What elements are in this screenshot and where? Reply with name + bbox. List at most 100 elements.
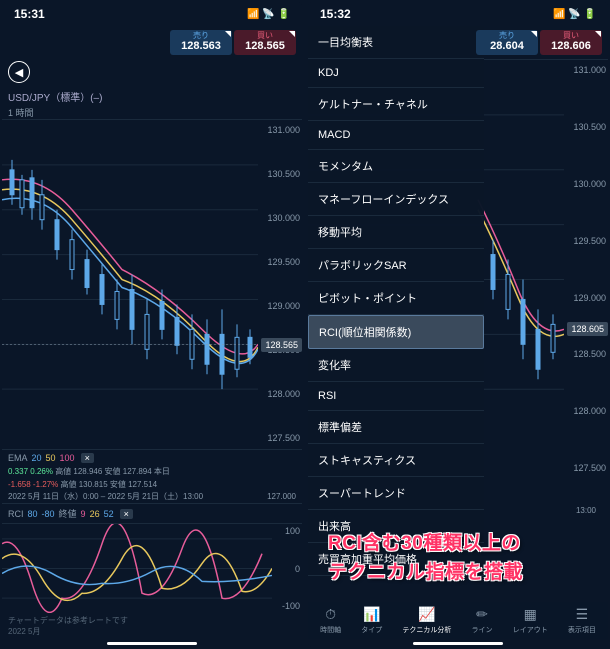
indicator-item[interactable]: ピボット・ポイント [308, 282, 484, 315]
disclaimer: チャートデータは参考レートです [8, 615, 296, 626]
clock: 15:32 [320, 7, 351, 21]
current-price-badge: 128.605 [567, 322, 608, 336]
y-tick: 129.500 [260, 258, 300, 267]
tool-icon: 📈 [418, 606, 435, 623]
ema-period-3: 100 [60, 453, 75, 463]
rci-tick: 100 [274, 526, 300, 536]
y-axis: 131.000 130.500 130.000 129.500 129.000 128.5… [258, 120, 302, 449]
top-row: ◀ [2, 59, 302, 85]
y-tick: 130.000 [566, 180, 606, 189]
current-price-badge: 128.565 [261, 338, 302, 352]
y-tick: 129.000 [566, 294, 606, 303]
buy-label: 買い [238, 32, 292, 40]
indicator-item[interactable]: ストキャスティクス [308, 444, 484, 477]
rci-indicator-row[interactable]: RCI 80 -80 終値 9 26 52 × [2, 503, 302, 523]
pair-name: USD/JPY（標準）(–) [8, 89, 102, 104]
tool-icon: 📊 [363, 606, 380, 623]
buy-price: 128.565 [238, 40, 292, 53]
buy-tab[interactable]: 買い 128.606 [540, 30, 602, 55]
y-tick: 128.000 [566, 407, 606, 416]
data-row-3: 2022 5月 11日（水）0:00 – 2022 5月 21日（土）13:00… [2, 491, 302, 503]
back-button[interactable]: ◀ [8, 61, 30, 83]
callout-text: RCI含む30種類以上の テクニカル指標を搭載 [328, 530, 523, 587]
tool-icon: ☰ [576, 606, 589, 623]
time-label: 13:00 [570, 505, 602, 517]
status-icons: 📶 📡 🔋 [247, 9, 290, 20]
rci-y-axis: 1000-100 [272, 524, 302, 613]
sell-tab[interactable]: 売り 128.563 [170, 30, 232, 55]
main-chart[interactable]: 131.000 130.500 130.000 129.500 129.000 128.5… [2, 119, 302, 449]
rci-tick: 0 [274, 564, 300, 574]
y-tick: 129.500 [566, 237, 606, 246]
y-axis: 131.000130.500130.000129.500129.000128.5… [564, 60, 608, 479]
tool-label: タイプ [361, 625, 382, 635]
rci-lines [2, 524, 272, 613]
data-row-1: 0.337 0.26% 高値 128.946 安値 127.894 本日 [2, 466, 302, 478]
indicator-item[interactable]: RCI(順位相関係数) [308, 315, 484, 349]
tool-label: レイアウト [513, 625, 548, 635]
bottom-toolbar: ⏱ 時間軸 📊 タイプ 📈 テクニカル分析 ✏ ライン ▦ レイアウト ☰ 表示… [308, 602, 608, 639]
toolbar-item[interactable]: ⏱ 時間軸 [320, 606, 341, 635]
sell-label: 売り [174, 32, 228, 40]
indicator-item[interactable]: MACD [308, 121, 484, 150]
price-tabs: 売り 128.563 買い 128.565 [2, 26, 302, 59]
rci-label: RCI [8, 509, 24, 519]
indicator-item[interactable]: 変化率 [308, 349, 484, 382]
indicator-item[interactable]: RSI [308, 382, 484, 411]
date-range: 2022 5月 [8, 626, 296, 637]
indicator-item[interactable]: マネーフローインデックス [308, 183, 484, 216]
status-icons: 📶 📡 🔋 [553, 9, 596, 20]
sell-tab[interactable]: 売り 28.604 [476, 30, 538, 55]
tool-icon: ⏱ [325, 606, 336, 623]
phone-left: 15:31 📶 📡 🔋 売り 128.563 買い 128.565 ◀ USD/… [2, 2, 302, 647]
toolbar-item[interactable]: ✏ ライン [472, 606, 493, 635]
home-indicator[interactable] [413, 642, 503, 645]
ema-period-2: 50 [46, 453, 56, 463]
ema-period-1: 20 [32, 453, 42, 463]
indicator-item[interactable]: KDJ [308, 59, 484, 88]
indicator-item[interactable]: ケルトナー・チャネル [308, 88, 484, 121]
home-indicator[interactable] [107, 642, 197, 645]
data-row-2: -1.658 -1.27% 高値 130.815 安値 127.514 [2, 479, 302, 491]
buy-tab[interactable]: 買い 128.565 [234, 30, 296, 55]
ema-label: EMA [8, 453, 28, 463]
price-tabs: 売り 28.604 買い 128.606 [308, 26, 608, 59]
clock: 15:31 [14, 7, 45, 21]
tool-icon: ▦ [524, 606, 537, 623]
y-tick: 131.000 [260, 126, 300, 135]
sell-price: 128.563 [174, 40, 228, 53]
toolbar-item[interactable]: 📈 テクニカル分析 [402, 606, 451, 635]
y-tick: 130.500 [260, 170, 300, 179]
rci-chart[interactable]: 1000-100 [2, 523, 302, 613]
y-tick: 129.000 [260, 302, 300, 311]
indicator-item[interactable]: モメンタム [308, 150, 484, 183]
toolbar-item[interactable]: ▦ レイアウト [513, 606, 548, 635]
status-bar: 15:31 📶 📡 🔋 [2, 2, 302, 26]
y-tick: 127.500 [566, 464, 606, 473]
close-icon[interactable]: × [120, 509, 133, 519]
tool-label: ライン [472, 625, 493, 635]
y-tick: 128.000 [260, 390, 300, 399]
pair-info[interactable]: USD/JPY（標準）(–) [2, 87, 302, 106]
phone-right: 15:32 📶 📡 🔋 売り 28.604 買い 128.606 131.000… [308, 2, 608, 647]
tool-label: 表示項目 [568, 625, 596, 635]
toolbar-item[interactable]: 📊 タイプ [361, 606, 382, 635]
tool-label: 時間軸 [320, 625, 341, 635]
indicator-item[interactable]: スーパートレンド [308, 477, 484, 510]
ema-indicator-row[interactable]: EMA 20 50 100 × [2, 449, 302, 466]
tool-icon: ✏ [476, 606, 488, 623]
indicator-item[interactable]: 移動平均 [308, 216, 484, 249]
y-tick: 130.000 [260, 214, 300, 223]
indicator-item[interactable]: 標準偏差 [308, 411, 484, 444]
indicator-item[interactable]: パラボリックSAR [308, 249, 484, 282]
footer: チャートデータは参考レートです 2022 5月 [2, 613, 302, 639]
toolbar-item[interactable]: ☰ 表示項目 [568, 606, 596, 635]
close-icon[interactable]: × [81, 453, 94, 463]
tool-label: テクニカル分析 [402, 625, 451, 635]
indicator-list[interactable]: 一目均衡表KDJケルトナー・チャネルMACDモメンタムマネーフローインデックス移… [308, 26, 484, 577]
status-bar: 15:32 📶 📡 🔋 [308, 2, 608, 26]
timeframe-label[interactable]: 1 時間 [2, 106, 302, 119]
y-tick: 127.500 [260, 434, 300, 443]
y-tick: 131.000 [566, 66, 606, 75]
y-tick: 128.500 [566, 350, 606, 359]
